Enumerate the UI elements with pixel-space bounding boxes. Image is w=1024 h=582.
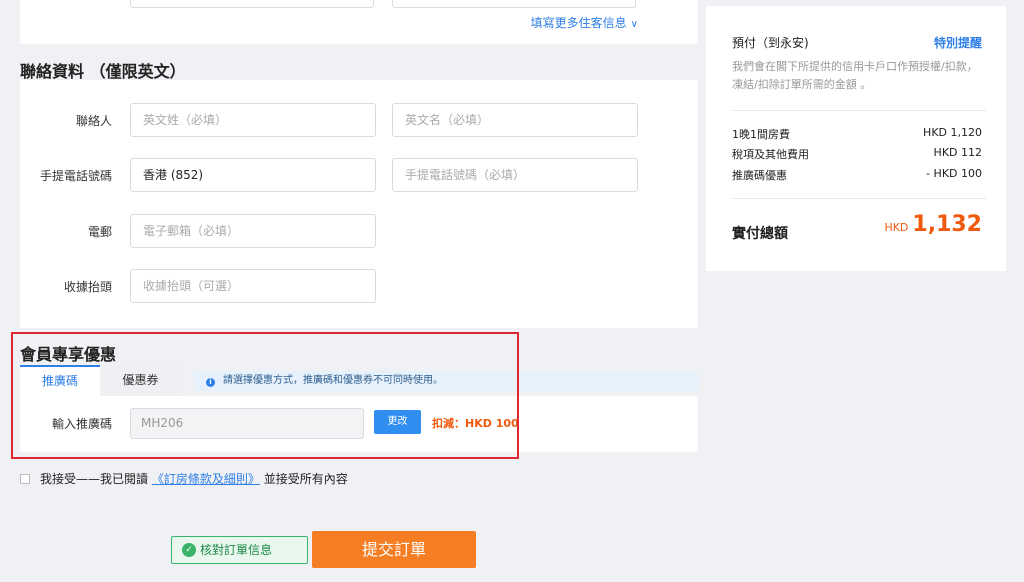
contact-section-title: 聯絡資料 （僅限英文）: [20, 62, 186, 81]
submit-order-button[interactable]: 提交訂單: [312, 531, 476, 568]
terms-checkbox[interactable]: [20, 474, 30, 484]
price-summary-card: 預付（到永安) 特別提醒 我們會在閣下所提供的信用卡戶口作預授權/扣款，凍結/扣…: [706, 6, 1006, 271]
contact-name-label: 聯絡人: [75, 114, 112, 128]
price-row: 稅項及其他費用 HKD 112: [732, 146, 982, 161]
first-name-input[interactable]: 英文名（必填）: [392, 103, 638, 137]
guest-input-stub: [392, 0, 636, 8]
price-row: 1晚1間房費 HKD 1,120: [732, 126, 982, 141]
guest-input-stub: [130, 0, 374, 8]
price-row: 推廣碼優惠 - HKD 100: [732, 167, 982, 182]
receipt-title-label: 收據抬頭: [63, 280, 112, 294]
terms-agreement: 我接受——我已閱讀 《訂房條款及細則》 並接受所有內容: [20, 470, 348, 487]
chevron-down-icon: ∨: [630, 19, 638, 30]
country-code-select[interactable]: 香港 (852): [130, 158, 376, 192]
receipt-title-input[interactable]: 收據抬頭（可選）: [130, 269, 376, 303]
total-label: 實付總額: [732, 226, 788, 242]
promo-highlight-box: [11, 332, 519, 459]
terms-link[interactable]: 《訂房條款及細則》: [152, 472, 260, 486]
last-name-input[interactable]: 英文姓（必填）: [130, 103, 376, 137]
total-amount: HKD 1,132: [884, 212, 982, 237]
payment-description: 我們會在閣下所提供的信用卡戶口作預授權/扣款，凍結/扣除訂單所需的金額 。: [732, 60, 978, 91]
contact-card: 聯絡人 英文姓（必填） 英文名（必填） 手提電話號碼 香港 (852) 手提電話…: [20, 80, 698, 328]
email-label: 電郵: [87, 225, 112, 239]
payment-type: 預付（到永安): [732, 36, 809, 50]
special-reminder-link[interactable]: 特別提醒: [934, 34, 982, 51]
guest-info-card: 填寫更多住客信息 ∨: [20, 0, 698, 44]
verify-order-button[interactable]: ✓ 核對訂單信息: [171, 536, 308, 564]
email-input[interactable]: 電子郵箱（必填）: [130, 214, 376, 248]
divider: [732, 198, 986, 199]
more-guest-info-link[interactable]: 填寫更多住客信息 ∨: [531, 14, 638, 31]
divider: [732, 110, 986, 111]
check-icon: ✓: [182, 543, 196, 557]
phone-input[interactable]: 手提電話號碼（必填）: [392, 158, 638, 192]
phone-label: 手提電話號碼: [39, 169, 112, 183]
